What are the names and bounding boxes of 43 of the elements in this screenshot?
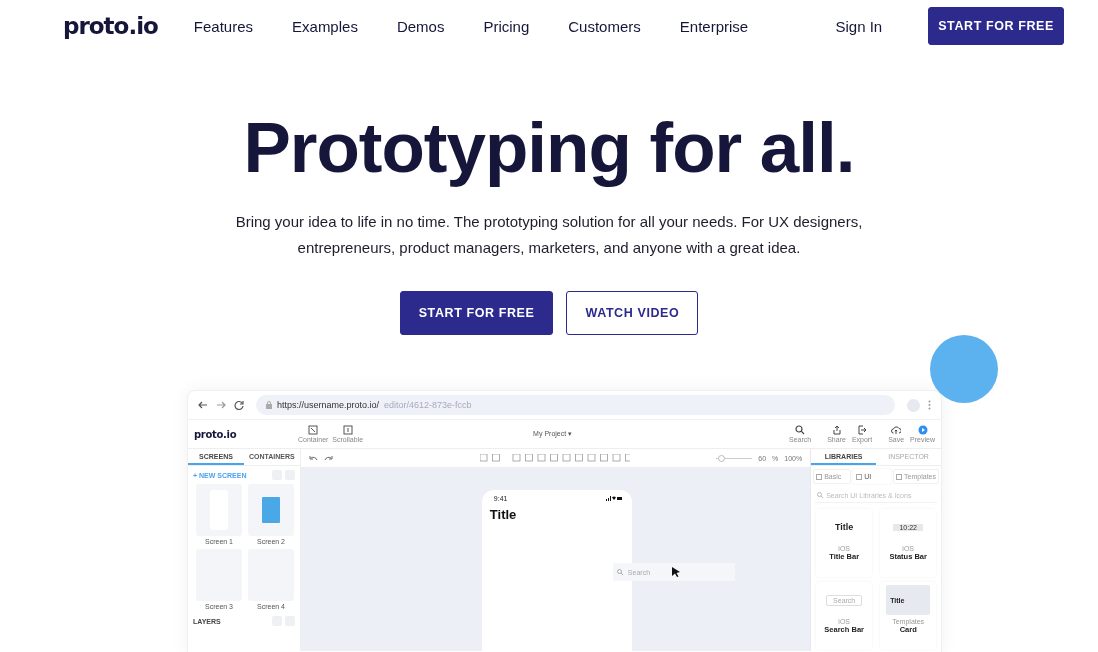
lock-icon — [266, 401, 272, 409]
export-icon — [857, 425, 867, 435]
phone-title: Title — [488, 506, 518, 524]
category-icon — [856, 473, 863, 480]
reload-icon — [234, 400, 244, 410]
nav-link[interactable]: Examples — [292, 17, 358, 35]
logo[interactable]: proto.io — [63, 13, 158, 39]
search-icon — [817, 492, 824, 498]
screen-thumbnail[interactable] — [248, 484, 294, 536]
title-preview: Title — [835, 522, 854, 532]
app-logo: proto.io — [194, 428, 238, 440]
hero-title: Prototyping for all. — [243, 107, 855, 189]
category-icon — [816, 473, 823, 480]
url-text: https://username.proto.io/ — [277, 400, 380, 410]
sign-in-link[interactable]: Sign In — [835, 17, 883, 35]
avatar-circle — [907, 398, 920, 412]
cursor-arrow-icon — [671, 567, 680, 577]
undo-icon — [308, 455, 318, 461]
url-path-text: editor/4612-873e-fccb — [384, 400, 472, 410]
nav-link[interactable]: Pricing — [483, 17, 530, 35]
nav-link[interactable]: Features — [193, 17, 254, 35]
hero-subtitle: Bring your idea to life in no time. The prototyping solution for all your needs. For UX designers, entrepreneurs, product managers, marketers, and anyone with a great idea. — [234, 212, 864, 258]
nav-link[interactable]: Customers — [568, 17, 641, 35]
search-icon — [795, 425, 806, 435]
address-bar[interactable]: https://username.proto.io/ editor/4612-873e-fccb — [256, 395, 895, 415]
redo-icon — [323, 455, 333, 461]
status-icons-icon — [605, 496, 622, 501]
category-icon — [896, 473, 903, 480]
app-preview — [262, 497, 280, 523]
start-free-button[interactable]: START FOR FREE — [399, 291, 554, 335]
play-icon — [917, 425, 928, 435]
back-arrow-icon — [198, 400, 208, 410]
start-free-button[interactable]: START FOR FREE — [928, 7, 1064, 45]
search-icon — [616, 569, 623, 575]
cloud-upload-icon — [891, 425, 902, 435]
forward-arrow-icon — [216, 400, 226, 410]
watch-video-button[interactable]: WATCH VIDEO — [566, 291, 699, 335]
nav-link[interactable]: Enterprise — [679, 17, 749, 35]
more-dots-icon — [928, 400, 931, 410]
share-icon — [831, 425, 842, 435]
scroll-icon — [342, 425, 353, 435]
nav-link[interactable]: Demos — [396, 17, 445, 35]
container-icon — [308, 425, 319, 435]
